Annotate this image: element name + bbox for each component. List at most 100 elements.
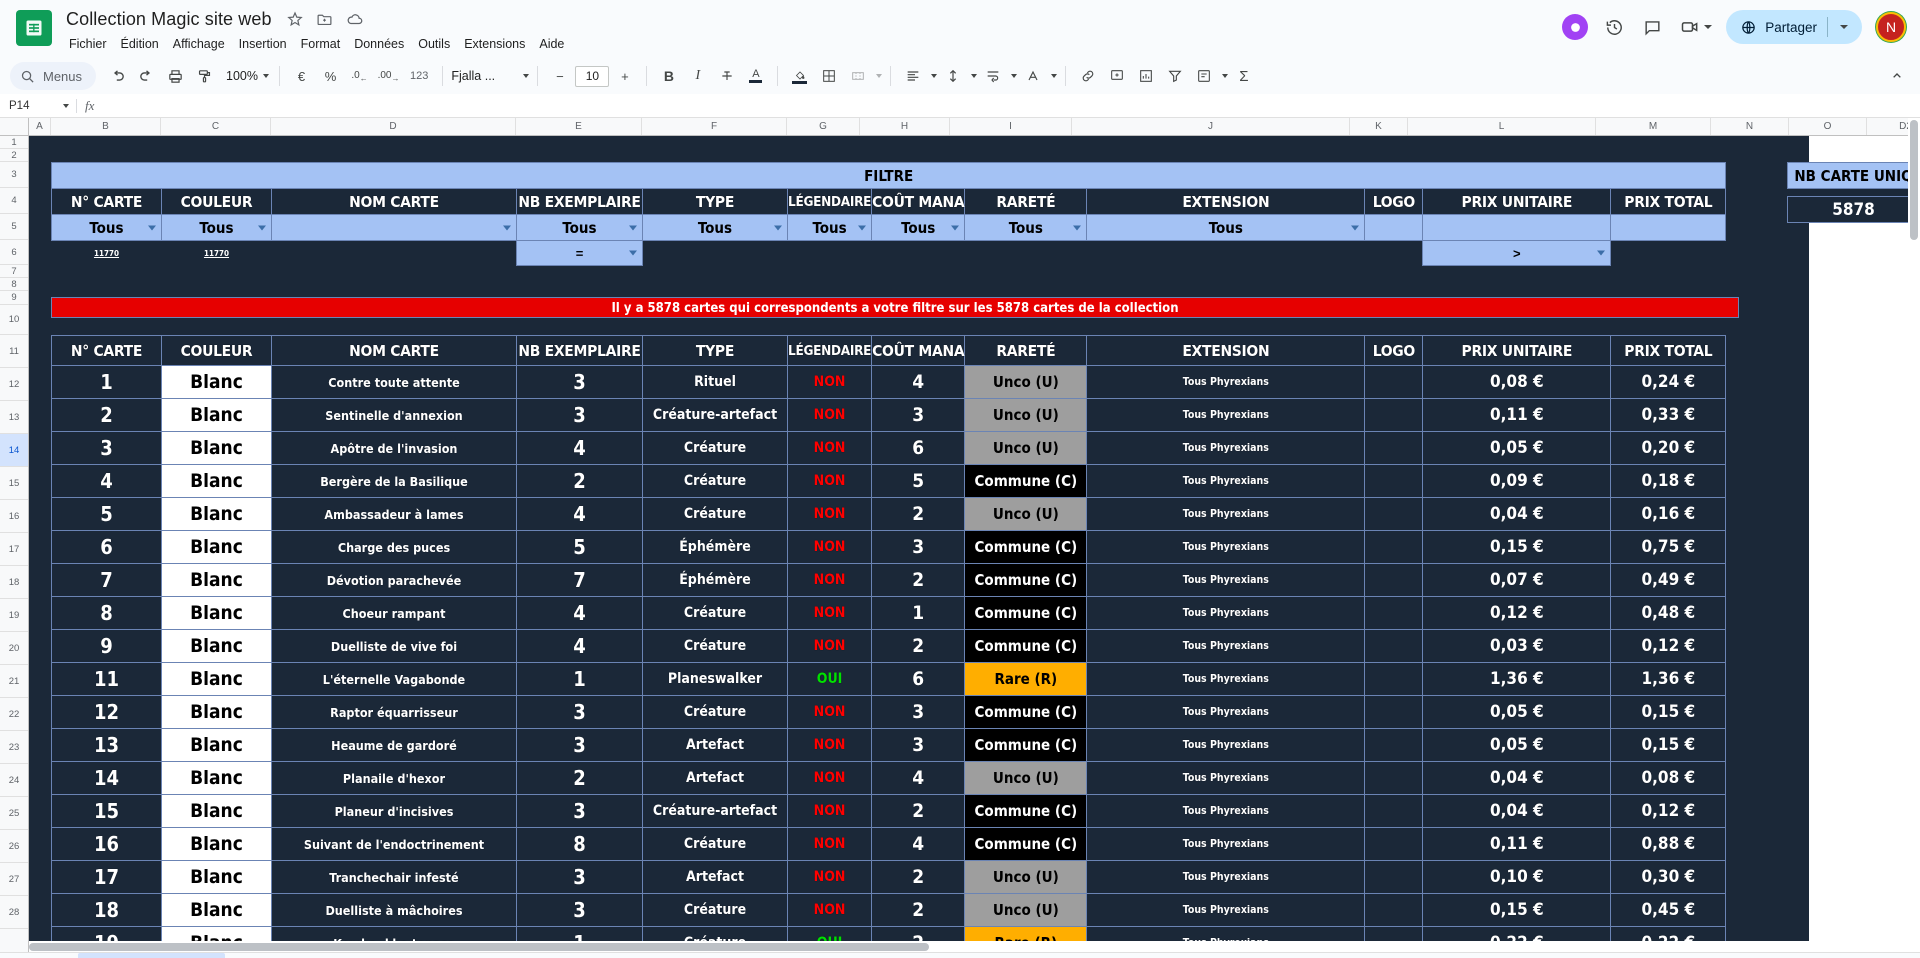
row-number-22[interactable]: 22 bbox=[0, 698, 28, 731]
table-row[interactable]: 2 Blanc Sentinelle d'annexion 3 Créature-art… bbox=[51, 398, 1727, 432]
cell-legendaire[interactable]: OUI bbox=[786, 662, 873, 696]
horizontal-scroll-thumb[interactable] bbox=[29, 943, 929, 951]
text-wrap-icon[interactable] bbox=[979, 63, 1006, 90]
cell-n-carte[interactable]: 1 bbox=[51, 365, 162, 399]
cell-n-carte[interactable]: 17 bbox=[51, 860, 162, 894]
cell-nom-carte[interactable]: Duelliste à mâchoires bbox=[271, 893, 517, 927]
menu-extensions[interactable]: Extensions bbox=[457, 35, 532, 53]
cell-prix-unitaire[interactable]: 0,09 € bbox=[1422, 464, 1612, 498]
cell-legendaire[interactable]: NON bbox=[786, 893, 873, 927]
row-number-2[interactable]: 2 bbox=[0, 149, 28, 162]
row-number-28[interactable]: 28 bbox=[0, 896, 28, 929]
cell-logo[interactable] bbox=[1364, 695, 1424, 729]
column-header-n[interactable]: N bbox=[1711, 118, 1789, 135]
cell-prix-total[interactable]: 0,12 € bbox=[1610, 794, 1727, 828]
cell-nb-exemplaire[interactable]: 4 bbox=[516, 596, 643, 630]
sheet-tab-deck[interactable]: 🔒 Deck bbox=[418, 953, 498, 958]
cell-couleur[interactable]: Blanc bbox=[161, 662, 272, 696]
cell-nom-carte[interactable]: Dévotion parachevée bbox=[271, 563, 517, 597]
cell-n-carte[interactable]: 3 bbox=[51, 431, 162, 465]
cell-n-carte[interactable]: 16 bbox=[51, 827, 162, 861]
cell-cout-mana[interactable]: 2 bbox=[871, 629, 966, 663]
row-number-1[interactable]: 1 bbox=[0, 136, 28, 149]
cell-legendaire[interactable]: NON bbox=[786, 431, 873, 465]
cell-couleur[interactable]: Blanc bbox=[161, 893, 272, 927]
cell-prix-total[interactable]: 0,15 € bbox=[1610, 728, 1727, 762]
vertical-scrollbar[interactable] bbox=[1908, 118, 1920, 952]
row-number-24[interactable]: 24 bbox=[0, 764, 28, 797]
cell-nom-carte[interactable]: Ambassadeur à lames bbox=[271, 497, 517, 531]
table-row[interactable]: 14 Blanc Planaile d'hexor 2 Artefact NON 4 Unco… bbox=[51, 761, 1727, 795]
cell-logo[interactable] bbox=[1364, 794, 1424, 828]
font-size-decrease-button[interactable]: − bbox=[546, 63, 573, 90]
cell-couleur[interactable]: Blanc bbox=[161, 398, 272, 432]
cell-logo[interactable] bbox=[1364, 365, 1424, 399]
cell-type[interactable]: Créature bbox=[642, 431, 788, 465]
row-number-10[interactable]: 10 bbox=[0, 305, 28, 335]
redo-icon[interactable] bbox=[133, 63, 160, 90]
table-row[interactable]: 12 Blanc Raptor équarrisseur 3 Créature NON 3 C… bbox=[51, 695, 1727, 729]
cell-prix-total[interactable]: 0,16 € bbox=[1610, 497, 1727, 531]
cell-n-carte[interactable]: 4 bbox=[51, 464, 162, 498]
cell-prix-unitaire[interactable]: 0,10 € bbox=[1422, 860, 1612, 894]
cell-type[interactable]: Artefact bbox=[642, 728, 788, 762]
table-row[interactable]: 15 Blanc Planeur d'incisives 3 Créature-arte… bbox=[51, 794, 1727, 828]
cell-nom-carte[interactable]: Suivant de l'endoctrinement bbox=[271, 827, 517, 861]
column-header-m[interactable]: M bbox=[1596, 118, 1711, 135]
chevron-down-icon[interactable] bbox=[858, 225, 867, 230]
row-number-9[interactable]: 9 bbox=[0, 291, 28, 305]
functions-icon[interactable] bbox=[1190, 63, 1217, 90]
cell-prix-unitaire[interactable]: 0,15 € bbox=[1422, 530, 1612, 564]
row-number-4[interactable]: 4 bbox=[0, 188, 28, 214]
cell-couleur[interactable]: Blanc bbox=[161, 530, 272, 564]
cell-type[interactable]: Créature-artefact bbox=[642, 398, 788, 432]
cell-n-carte[interactable]: 14 bbox=[51, 761, 162, 795]
chevron-down-icon[interactable] bbox=[971, 74, 978, 78]
meet-camera-button[interactable] bbox=[1678, 15, 1713, 39]
cell-extension[interactable]: Tous Phyrexians bbox=[1086, 662, 1366, 696]
cell-prix-unitaire[interactable]: 0,04 € bbox=[1422, 497, 1612, 531]
cell-rarete[interactable]: Unco (U) bbox=[964, 398, 1088, 432]
strikethrough-icon[interactable] bbox=[713, 63, 740, 90]
all-sheets-icon[interactable] bbox=[36, 954, 64, 958]
cell-prix-unitaire[interactable]: 0,05 € bbox=[1422, 695, 1612, 729]
cell-prix-unitaire[interactable]: 0,05 € bbox=[1422, 431, 1612, 465]
cell-n-carte[interactable]: 6 bbox=[51, 530, 162, 564]
currency-format-icon[interactable]: € bbox=[288, 63, 315, 90]
cell-n-carte[interactable]: 7 bbox=[51, 563, 162, 597]
comment-icon[interactable] bbox=[1640, 15, 1664, 39]
more-formats-icon[interactable]: 123 bbox=[404, 63, 434, 90]
cell-logo[interactable] bbox=[1364, 662, 1424, 696]
cell-rarete[interactable]: Unco (U) bbox=[964, 761, 1088, 795]
cell-extension[interactable]: Tous Phyrexians bbox=[1086, 497, 1366, 531]
cell-nom-carte[interactable]: Sentinelle d'annexion bbox=[271, 398, 517, 432]
cell-nom-carte[interactable]: Planaile d'hexor bbox=[271, 761, 517, 795]
font-size-input[interactable]: 10 bbox=[575, 65, 610, 87]
cell-prix-unitaire[interactable]: 0,12 € bbox=[1422, 596, 1612, 630]
filter-select-nb-exemplaire[interactable]: Tous bbox=[516, 214, 643, 241]
column-header-i[interactable]: I bbox=[950, 118, 1072, 135]
cell-nb-exemplaire[interactable]: 3 bbox=[516, 893, 643, 927]
cell-n-carte[interactable]: 13 bbox=[51, 728, 162, 762]
cell-logo[interactable] bbox=[1364, 629, 1424, 663]
cell-legendaire[interactable]: NON bbox=[786, 761, 873, 795]
row-number-25[interactable]: 25 bbox=[0, 797, 28, 830]
italic-button[interactable]: I bbox=[684, 63, 711, 90]
select-all-corner[interactable] bbox=[0, 118, 29, 135]
table-header-logo[interactable]: LOGO bbox=[1364, 335, 1424, 366]
cell-legendaire[interactable]: NON bbox=[786, 827, 873, 861]
cell-extension[interactable]: Tous Phyrexians bbox=[1086, 365, 1366, 399]
cell-logo[interactable] bbox=[1364, 761, 1424, 795]
row-number-14[interactable]: 14 bbox=[0, 434, 28, 467]
cell-logo[interactable] bbox=[1364, 563, 1424, 597]
table-header-type[interactable]: TYPE bbox=[642, 335, 788, 366]
cell-prix-total[interactable]: 0,49 € bbox=[1610, 563, 1727, 597]
table-header-couleur[interactable]: COULEUR bbox=[161, 335, 272, 366]
decimal-increase-icon[interactable]: .00→ bbox=[375, 63, 402, 90]
cell-couleur[interactable]: Blanc bbox=[161, 761, 272, 795]
cell-cout-mana[interactable]: 2 bbox=[871, 497, 966, 531]
chevron-down-icon[interactable] bbox=[1704, 25, 1713, 29]
cell-legendaire[interactable]: NON bbox=[786, 398, 873, 432]
row-number-7[interactable]: 7 bbox=[0, 265, 28, 278]
insert-link-icon[interactable] bbox=[1074, 63, 1101, 90]
